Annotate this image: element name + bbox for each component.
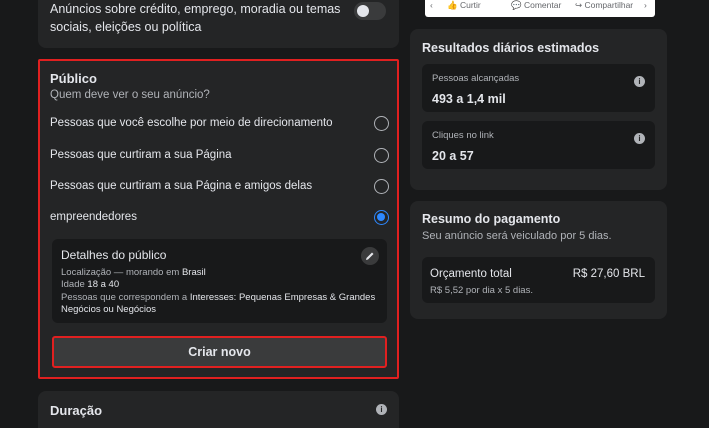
audience-age: Idade 18 a 40 (61, 279, 120, 290)
reach-value: 493 a 1,4 mil (432, 92, 506, 106)
estimated-results-card: Resultados diários estimados Pessoas alc… (410, 29, 667, 190)
estimated-results-title: Resultados diários estimados (422, 41, 600, 55)
audience-option-targeting[interactable]: Pessoas que você escolhe por meio de dir… (50, 114, 389, 134)
radio-button[interactable] (374, 179, 389, 194)
duration-title: Duração (50, 403, 103, 418)
audience-option-page-likes-friends[interactable]: Pessoas que curtiram a sua Página e amig… (50, 177, 389, 197)
audience-option-label: Pessoas que curtiram a sua Página (50, 149, 232, 161)
like-action[interactable]: 👍 Curtir (447, 0, 481, 11)
edit-audience-button[interactable] (361, 247, 379, 265)
audience-details: Detalhes do público Localização — morand… (52, 239, 387, 323)
payment-summary-card: Resumo do pagamento Seu anúncio será vei… (410, 201, 667, 319)
pencil-icon (366, 252, 374, 260)
clicks-value: 20 a 57 (432, 149, 474, 163)
budget-detail: R$ 5,52 por dia x 5 dias. (430, 285, 533, 296)
audience-card: Público Quem deve ver o seu anúncio? Pes… (38, 59, 399, 379)
audience-subtitle: Quem deve ver o seu anúncio? (50, 89, 210, 101)
radio-button[interactable] (374, 116, 389, 131)
audience-option-label: Pessoas que você escolhe por meio de dir… (50, 117, 333, 129)
audience-interests-cont: Negócios ou Negócios (61, 304, 157, 315)
audience-title: Público (50, 71, 97, 86)
audience-location: Localização — morando em Brasil (61, 267, 206, 278)
clicks-label: Cliques no link (432, 130, 494, 141)
comment-action[interactable]: 💬 Comentar (511, 0, 561, 11)
chevron-right-icon[interactable]: › (644, 0, 647, 10)
duration-card: Duração i (38, 391, 399, 428)
radio-button-selected[interactable] (374, 210, 389, 225)
audience-option-label: Pessoas que curtiram a sua Página e amig… (50, 180, 313, 192)
special-category-text: Anúncios sobre crédito, emprego, moradia… (50, 2, 341, 34)
audience-option-saved[interactable]: empreendedores (50, 208, 389, 228)
info-icon[interactable]: i (376, 404, 387, 415)
budget-value: R$ 27,60 BRL (572, 268, 645, 280)
clicks-metric: Cliques no link 20 a 57 i (422, 121, 655, 169)
radio-button[interactable] (374, 148, 389, 163)
audience-option-label: empreendedores (50, 211, 137, 223)
info-icon[interactable]: i (634, 76, 645, 87)
ad-preview-actions: ‹ 👍 Curtir 💬 Comentar ↪ Compartilhar › (425, 0, 655, 17)
payment-subtitle: Seu anúncio será veiculado por 5 dias. (422, 230, 612, 242)
reach-label: Pessoas alcançadas (432, 73, 520, 84)
payment-title: Resumo do pagamento (422, 212, 561, 226)
create-new-audience-button[interactable]: Criar novo (52, 336, 387, 368)
audience-interests: Pessoas que correspondem a Interesses: P… (61, 292, 376, 303)
special-category-card: Anúncios sobre crédito, emprego, moradia… (38, 0, 399, 48)
special-category-toggle[interactable] (354, 2, 386, 20)
toggle-knob (357, 5, 369, 17)
share-action[interactable]: ↪ Compartilhar (575, 0, 633, 11)
audience-details-title: Detalhes do público (61, 248, 167, 262)
audience-option-page-likes[interactable]: Pessoas que curtiram a sua Página (50, 146, 389, 166)
info-icon[interactable]: i (634, 133, 645, 144)
budget-box: Orçamento total R$ 27,60 BRL R$ 5,52 por… (422, 257, 655, 303)
chevron-left-icon[interactable]: ‹ (430, 0, 433, 10)
reach-metric: Pessoas alcançadas 493 a 1,4 mil i (422, 64, 655, 112)
budget-label: Orçamento total (430, 268, 512, 280)
